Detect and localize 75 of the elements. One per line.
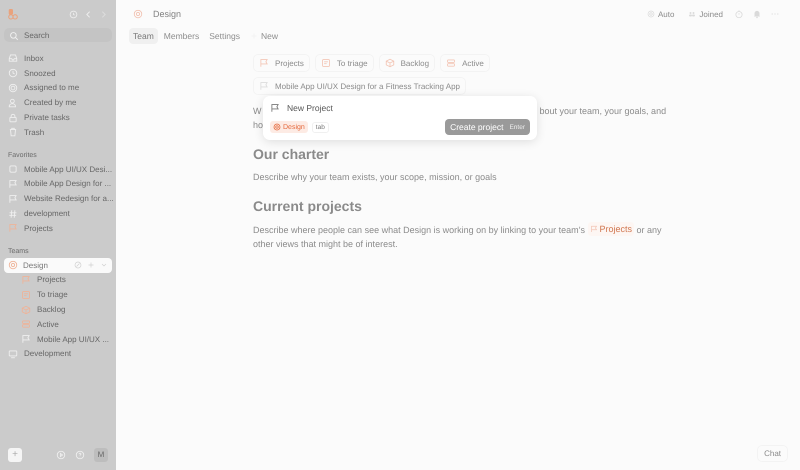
nav-item[interactable]: Trash (4, 124, 112, 140)
stack-icon (21, 319, 31, 330)
box-icon (384, 58, 395, 68)
favorite-item[interactable]: Mobile App UI/UX Desi... (4, 162, 112, 177)
square-icon (8, 164, 18, 174)
auto-button[interactable]: Auto (644, 10, 678, 18)
flag-icon (21, 274, 31, 285)
avatar[interactable]: M (94, 448, 108, 462)
person-icon (8, 98, 18, 108)
view-chip[interactable]: Projects (253, 54, 310, 72)
nav-item[interactable]: Inbox (4, 51, 112, 66)
lock-icon (8, 112, 18, 123)
team-view-item[interactable]: Active (4, 316, 112, 332)
team-view-item[interactable]: Backlog (4, 302, 112, 317)
flag-icon (259, 81, 269, 91)
nav-item[interactable]: Private tasks (4, 110, 112, 125)
tab[interactable]: Settings (205, 28, 244, 44)
joined-button[interactable]: Joined (685, 10, 726, 18)
add-button[interactable]: + (8, 448, 22, 462)
flag-icon (259, 58, 269, 68)
tab[interactable]: Members (160, 28, 204, 44)
section-heading: Our charter (253, 146, 330, 162)
view-chip[interactable]: To triage (314, 54, 374, 72)
flag-icon (21, 334, 31, 344)
clock-icon[interactable] (69, 10, 78, 18)
favorite-item[interactable]: Website Redesign for a... (4, 191, 112, 206)
note-icon (21, 290, 31, 300)
flag-icon (270, 103, 280, 113)
nav-item[interactable]: Created by me (4, 95, 112, 110)
tab[interactable]: Team (129, 28, 158, 44)
flag-icon (8, 223, 18, 234)
team-item[interactable]: Design (4, 258, 112, 273)
note-icon (320, 58, 331, 68)
flag-icon (590, 225, 598, 233)
clock-icon (8, 68, 18, 78)
trash-icon (8, 127, 18, 138)
search-field[interactable]: Search (4, 28, 112, 42)
project-chip[interactable]: Mobile App UI/UX Design for a Fitness Tracking App (253, 77, 466, 95)
team-view-item[interactable]: Mobile App UI/UX ... (4, 332, 112, 347)
team-view-item[interactable]: Projects (4, 272, 112, 288)
people-icon (688, 10, 696, 18)
play-icon[interactable] (56, 450, 66, 460)
flag-icon (8, 194, 18, 204)
team-title: Design (153, 9, 182, 19)
intro-text: W (253, 105, 262, 118)
logo-icon[interactable] (8, 8, 18, 20)
inbox-icon (8, 53, 18, 64)
favorite-item[interactable]: development (4, 206, 112, 221)
screen-icon (8, 348, 18, 359)
tab[interactable]: New (246, 28, 282, 44)
chat-button[interactable]: Chat (757, 445, 788, 462)
stack-icon (446, 58, 456, 68)
box-icon (21, 304, 31, 315)
target-icon (8, 82, 18, 93)
timer-icon[interactable] (734, 9, 744, 19)
team-view-item[interactable]: To triage (4, 287, 112, 302)
favorite-item[interactable]: Mobile App Design for ... (4, 176, 112, 192)
help-icon[interactable] (75, 450, 85, 460)
hash-icon (8, 208, 18, 219)
plus-icon[interactable] (87, 261, 95, 270)
section-text: Describe where people can see what Design is working on by linking to your team’s Projects or any other views that might be of interest. (253, 222, 663, 251)
section-heading: Current projects (253, 198, 363, 214)
nav-item[interactable]: Snoozed (4, 66, 112, 81)
intro-text: ho (253, 120, 264, 130)
bell-icon[interactable] (752, 9, 762, 19)
view-chip[interactable]: Active (440, 54, 490, 72)
team-item[interactable]: Development (4, 346, 112, 362)
section-text: Describe why your team exists, your scope, mission, or goals (253, 171, 498, 184)
favorite-item[interactable]: Projects (4, 220, 112, 236)
flag-icon (8, 178, 18, 189)
intro-text: bout your team, your goals, and (540, 105, 666, 118)
nav-item[interactable]: Assigned to me (4, 80, 112, 96)
target-icon (646, 10, 655, 18)
projects-link[interactable]: Projects (588, 222, 634, 236)
view-chip[interactable]: Backlog (378, 54, 436, 72)
